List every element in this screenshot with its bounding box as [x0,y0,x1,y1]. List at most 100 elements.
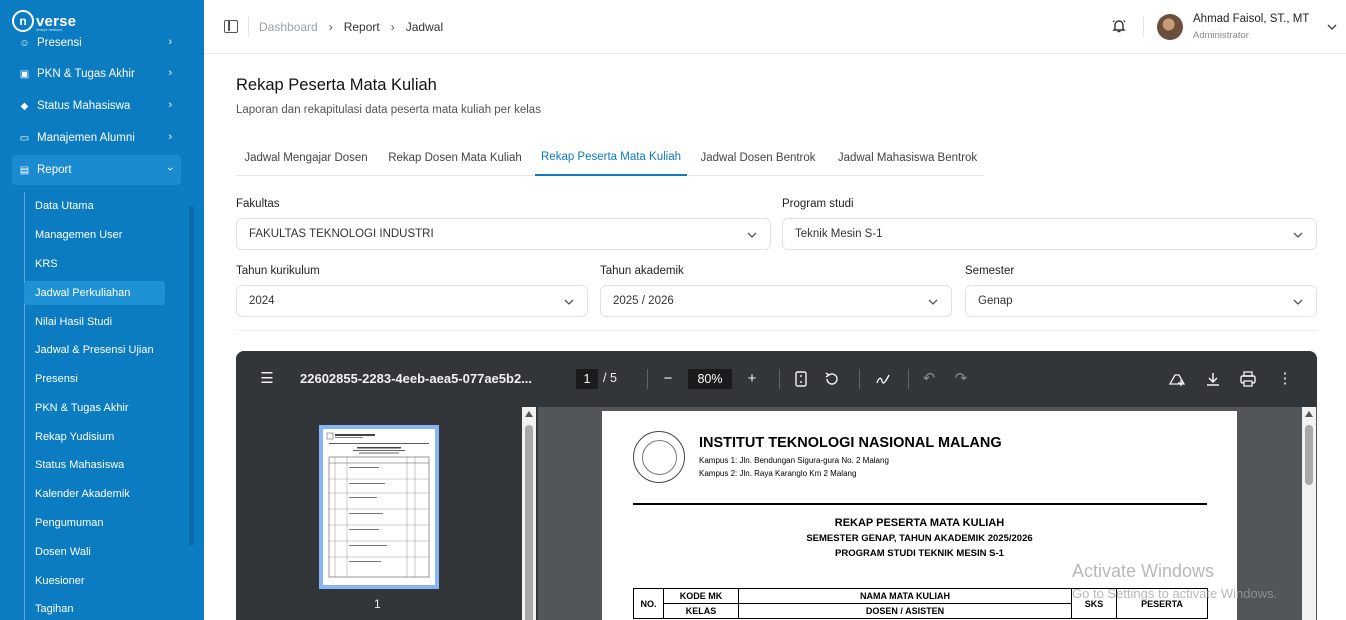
sidebar-item-status-mahasiswa[interactable]: ◆ Status Mahasiswa › [12,91,181,121]
topbar: Dashboard › Report › Jadwal Ahmad Faisol… [204,0,1346,54]
scroll-up-icon[interactable] [525,411,533,417]
sidebar-item-report[interactable]: ▤ Report › [12,155,181,185]
sidebar-subitem-kuesioner[interactable]: Kuesioner [24,569,165,593]
divider [248,17,249,37]
document-title: REKAP PESERTA MATA KULIAH [834,517,1005,529]
draw-icon[interactable] [874,370,892,388]
sidebar: n verse unisys network ☺ Presensi › ▣ PK… [0,0,204,620]
table-header-kelas: KELAS [663,603,739,619]
chevron-down-icon [928,299,938,305]
tab-rekap-peserta-mata-kuliah[interactable]: Rekap Peserta Mata Kuliah [535,140,687,176]
pdf-file-name: 22602855-2283-4eeb-aea5-077ae5b2... [300,371,533,386]
page-number-input[interactable]: 1 [576,369,598,389]
tab-rekap-dosen-mata-kuliah[interactable]: Rekap Dosen Mata Kuliah [381,140,529,176]
fakultas-label: Fakultas [236,198,280,210]
tahun-akademik-select[interactable]: 2025 / 2026 [600,285,952,317]
scrollbar-thumb[interactable] [525,425,533,620]
zoom-input[interactable]: 80% [688,369,732,389]
tahun-kurikulum-select[interactable]: 2024 [236,285,588,317]
folder-icon: ▭ [19,132,30,144]
breadcrumb-jadwal: Jadwal [405,20,444,34]
save-to-drive-icon[interactable] [1168,370,1186,388]
sidebar-item-pkn[interactable]: ▣ PKN & Tugas Akhir › [12,59,181,89]
sidebar-subitem-jadwal-perkuliahan[interactable]: Jadwal Perkuliahan [24,281,165,305]
menu-icon[interactable]: ☰ [258,370,276,388]
sidebar-item-presensi[interactable]: ☺ Presensi › [12,28,181,58]
document-scrollbar[interactable] [1302,407,1316,620]
print-icon[interactable] [1239,370,1257,388]
fakultas-value: FAKULTAS TEKNOLOGI INDUSTRI [249,228,434,240]
tab-jadwal-dosen-bentrok[interactable]: Jadwal Dosen Bentrok [694,140,822,176]
breadcrumb-dashboard[interactable]: Dashboard [259,20,318,34]
sidebar-subitem-pengumuman[interactable]: Pengumuman [24,511,165,535]
sidebar-subitem-status-mahasiswa[interactable]: Status Mahasiswa [24,453,165,477]
table-header-nama-mk: NAMA MATA KULIAH [738,588,1072,604]
sidebar-item-label: Presensi [37,37,82,49]
sidebar-subitem-pkn-tugas-akhir[interactable]: PKN & Tugas Akhir [24,396,165,420]
page-subtitle: Laporan dan rekapitulasi data peserta ma… [236,104,541,116]
page-total: / 5 [603,371,617,385]
sidebar-item-manajemen-alumni[interactable]: ▭ Manajemen Alumni › [12,123,181,153]
thumbnail-page-number: 1 [374,597,381,611]
download-icon[interactable] [1204,370,1222,388]
tab-jadwal-mahasiswa-bentrok[interactable]: Jadwal Mahasiswa Bentrok [831,140,984,176]
sidebar-scrollbar[interactable] [189,206,194,546]
semester-label: Semester [965,265,1015,277]
breadcrumb-report[interactable]: Report [344,20,380,34]
zoom-out-icon[interactable]: − [659,370,677,388]
sidebar-subitem-krs[interactable]: KRS [24,252,165,276]
sidebar-subitem-kalender-akademik[interactable]: Kalender Akademik [24,482,165,506]
tahun-akademik-value: 2025 / 2026 [613,295,674,307]
sidebar-subitem-managemen-user[interactable]: Managemen User [24,223,165,247]
institution-name: INSTITUT TEKNOLOGI NASIONAL MALANG [699,435,1002,451]
tab-jadwal-mengajar-dosen[interactable]: Jadwal Mengajar Dosen [236,140,376,176]
chevron-down-icon [1293,299,1303,305]
undo-icon[interactable]: ↶ [920,370,938,388]
sidebar-subitem-presensi[interactable]: Presensi [24,367,165,391]
page-thumbnail[interactable] [319,425,439,589]
table-header-dosen: DOSEN / ASISTEN [738,603,1072,619]
chevron-down-icon: › [164,167,177,171]
activate-windows-watermark: Activate Windows [1072,561,1215,581]
divider [1143,17,1144,37]
user-name: Ahmad Faisol, ST., MT [1193,13,1310,25]
table-header-no: NO. [633,588,664,619]
sidebar-item-label: PKN & Tugas Akhir [37,68,135,80]
sidebar-subitem-dosen-wali[interactable]: Dosen Wali [24,540,165,564]
semester-select[interactable]: Genap [965,285,1317,317]
sidebar-subitem-nilai-hasil-studi[interactable]: Nilai Hasil Studi [24,310,165,334]
redo-icon[interactable]: ↷ [952,370,970,388]
avatar[interactable] [1157,14,1183,40]
tahun-akademik-label: Tahun akademik [600,265,684,277]
tab-bar: Jadwal Mengajar Dosen Rekap Dosen Mata K… [236,140,984,176]
scrollbar-thumb[interactable] [1305,425,1313,485]
scroll-up-icon[interactable] [1305,411,1313,417]
sidebar-toggle-icon[interactable] [224,20,238,33]
more-options-icon[interactable]: ⋮ [1276,370,1294,388]
sidebar-subitem-tagihan[interactable]: Tagihan [24,597,165,620]
rotate-icon[interactable] [823,370,841,388]
briefcase-icon: ▣ [19,68,30,80]
sidebar-subitem-jadwal-presensi-ujian[interactable]: Jadwal & Presensi Ujian [24,338,165,362]
chevron-right-icon: › [328,20,333,34]
zoom-in-icon[interactable]: + [743,370,761,388]
fit-page-icon[interactable] [792,370,810,388]
divider [633,503,1207,505]
program-studi-select[interactable]: Teknik Mesin S-1 [782,218,1317,250]
chevron-right-icon: › [168,131,172,143]
graduation-cap-icon: ◆ [20,100,29,112]
user-role: Administrator [1193,30,1249,41]
divider [859,369,860,389]
divider [647,369,648,389]
sidebar-subitem-data-utama[interactable]: Data Utama [24,194,165,218]
presensi-icon: ☺ [19,37,30,49]
fakultas-select[interactable]: FAKULTAS TEKNOLOGI INDUSTRI [236,218,771,250]
chevron-down-icon[interactable] [1325,20,1339,34]
divider [779,369,780,389]
sidebar-subitem-rekap-yudisium[interactable]: Rekap Yudisium [24,425,165,449]
thumbnail-scrollbar[interactable] [522,407,536,620]
sidebar-item-label: Manajemen Alumni [37,132,135,144]
bell-icon[interactable] [1111,18,1127,34]
thumbnail-panel: 1 [236,407,538,620]
institution-address-1: Kampus 1: Jln. Bendungan Sigura-gura No.… [699,456,889,465]
